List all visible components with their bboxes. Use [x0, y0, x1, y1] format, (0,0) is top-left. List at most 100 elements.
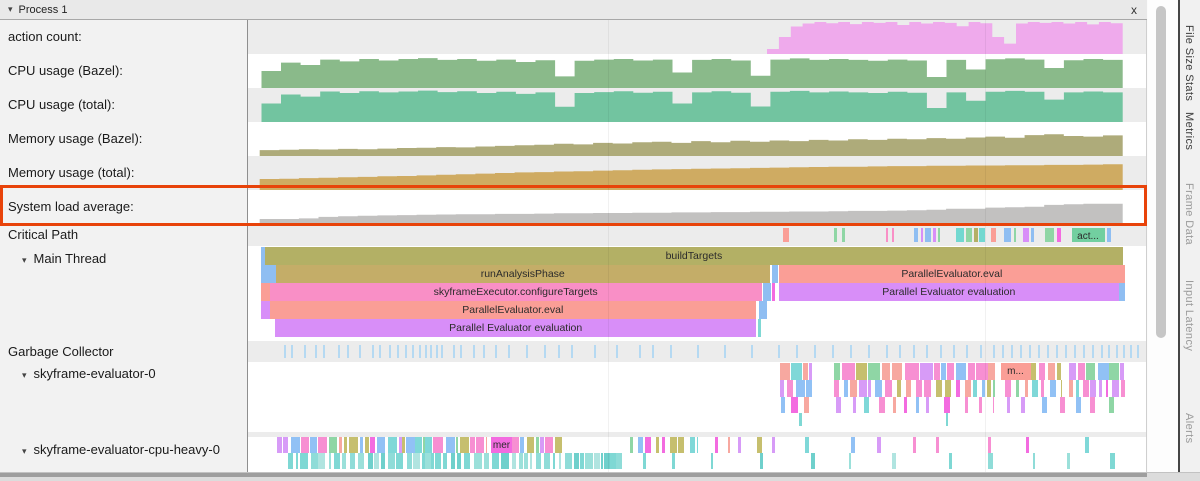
slice[interactable]	[936, 380, 942, 397]
slice[interactable]	[261, 301, 270, 319]
slice[interactable]	[780, 380, 785, 397]
slice[interactable]	[956, 380, 960, 397]
slice[interactable]	[966, 228, 972, 242]
slice[interactable]	[334, 453, 340, 469]
slice[interactable]	[1025, 380, 1029, 397]
slice[interactable]	[974, 228, 978, 242]
slice[interactable]	[544, 453, 550, 469]
slice[interactable]: skyframeExecutor.configureTargets	[270, 283, 762, 301]
slice[interactable]	[492, 453, 498, 469]
slice[interactable]	[524, 453, 528, 469]
slice[interactable]: mer	[491, 437, 512, 453]
slice[interactable]	[804, 397, 809, 413]
slice[interactable]	[1109, 397, 1114, 413]
slice[interactable]	[758, 319, 761, 337]
slice[interactable]	[868, 380, 872, 397]
slice[interactable]	[796, 380, 806, 397]
slice[interactable]	[904, 397, 907, 413]
slice[interactable]	[1119, 283, 1125, 301]
slice[interactable]	[296, 453, 298, 469]
slice[interactable]	[1067, 453, 1071, 469]
critical-path-track[interactable]: act...	[248, 224, 1146, 246]
slice[interactable]	[799, 413, 802, 426]
slice[interactable]	[1060, 397, 1065, 413]
slice[interactable]	[559, 453, 562, 469]
slice[interactable]	[956, 228, 964, 242]
slice[interactable]	[892, 228, 894, 242]
slice[interactable]: act...	[1072, 228, 1105, 242]
slice[interactable]	[407, 453, 413, 469]
slice[interactable]	[484, 453, 489, 469]
slice[interactable]	[836, 397, 841, 413]
slice[interactable]	[993, 380, 995, 397]
slice[interactable]	[474, 453, 482, 469]
counter-label[interactable]: CPU usage (total):	[0, 88, 248, 122]
slice[interactable]	[1042, 397, 1048, 413]
slice[interactable]: Parallel Evaluator evaluation	[779, 283, 1119, 301]
slice[interactable]	[979, 397, 982, 413]
slice[interactable]	[1083, 380, 1089, 397]
counter-label[interactable]: Memory usage (total):	[0, 156, 248, 190]
slice[interactable]	[965, 380, 971, 397]
slice[interactable]	[431, 453, 433, 469]
slice[interactable]	[443, 453, 447, 469]
slice[interactable]	[842, 228, 845, 242]
track-label[interactable]: Critical Path	[0, 224, 248, 246]
slice[interactable]	[893, 397, 896, 413]
counter-track[interactable]	[248, 122, 1146, 156]
slice[interactable]	[834, 228, 837, 242]
close-icon[interactable]: x	[1131, 3, 1137, 17]
slice[interactable]	[350, 453, 355, 469]
slice[interactable]	[1041, 380, 1044, 397]
counter-label[interactable]: System load average:	[0, 190, 248, 224]
slice[interactable]	[300, 453, 308, 469]
tab-file-size-stats[interactable]: File Size Stats	[1183, 25, 1195, 101]
collapse-icon[interactable]: ▾	[22, 370, 27, 380]
counter-track[interactable]	[248, 88, 1146, 122]
slice[interactable]	[370, 453, 372, 469]
slice[interactable]	[311, 453, 318, 469]
slice[interactable]	[381, 453, 385, 469]
slice[interactable]	[875, 380, 882, 397]
slice[interactable]	[574, 453, 579, 469]
slice[interactable]	[1057, 228, 1061, 242]
slice[interactable]	[914, 228, 918, 242]
slice[interactable]	[616, 453, 622, 469]
track-label[interactable]: ▾skyframe-evaluator-0	[0, 362, 248, 432]
slice[interactable]	[1004, 228, 1011, 242]
slice[interactable]	[763, 283, 771, 301]
slice[interactable]	[850, 380, 858, 397]
slice[interactable]	[711, 453, 714, 469]
slice[interactable]	[844, 380, 848, 397]
slice[interactable]	[1069, 380, 1073, 397]
slice[interactable]	[1121, 380, 1125, 397]
tab-frame-data[interactable]: Frame Data	[1183, 183, 1195, 245]
slice[interactable]	[806, 380, 812, 397]
slice[interactable]	[916, 380, 923, 397]
slice[interactable]	[1090, 397, 1096, 413]
slice[interactable]	[553, 453, 556, 469]
slice[interactable]	[396, 453, 403, 469]
counter-track[interactable]	[248, 54, 1146, 88]
slice[interactable]	[849, 453, 851, 469]
cpu-heavy-track[interactable]: mer	[248, 437, 1146, 472]
tab-metrics[interactable]: Metrics	[1183, 112, 1195, 150]
slice[interactable]	[565, 453, 572, 469]
slice[interactable]	[1007, 397, 1011, 413]
slice[interactable]	[1076, 380, 1079, 397]
slice[interactable]: ParallelEvaluator.eval	[779, 265, 1125, 283]
slice[interactable]	[811, 453, 814, 469]
slice[interactable]	[944, 397, 950, 413]
slice[interactable]	[643, 453, 646, 469]
slice[interactable]	[580, 453, 585, 469]
slice[interactable]	[413, 453, 420, 469]
counter-label[interactable]: CPU usage (Bazel):	[0, 54, 248, 88]
slice[interactable]	[853, 397, 856, 413]
slice[interactable]	[425, 453, 431, 469]
slice[interactable]	[388, 453, 395, 469]
collapse-icon[interactable]: ▾	[22, 446, 27, 456]
slice[interactable]	[501, 453, 509, 469]
track-label[interactable]: Garbage Collector	[0, 341, 248, 362]
slice[interactable]	[342, 453, 346, 469]
slice[interactable]	[288, 453, 293, 469]
